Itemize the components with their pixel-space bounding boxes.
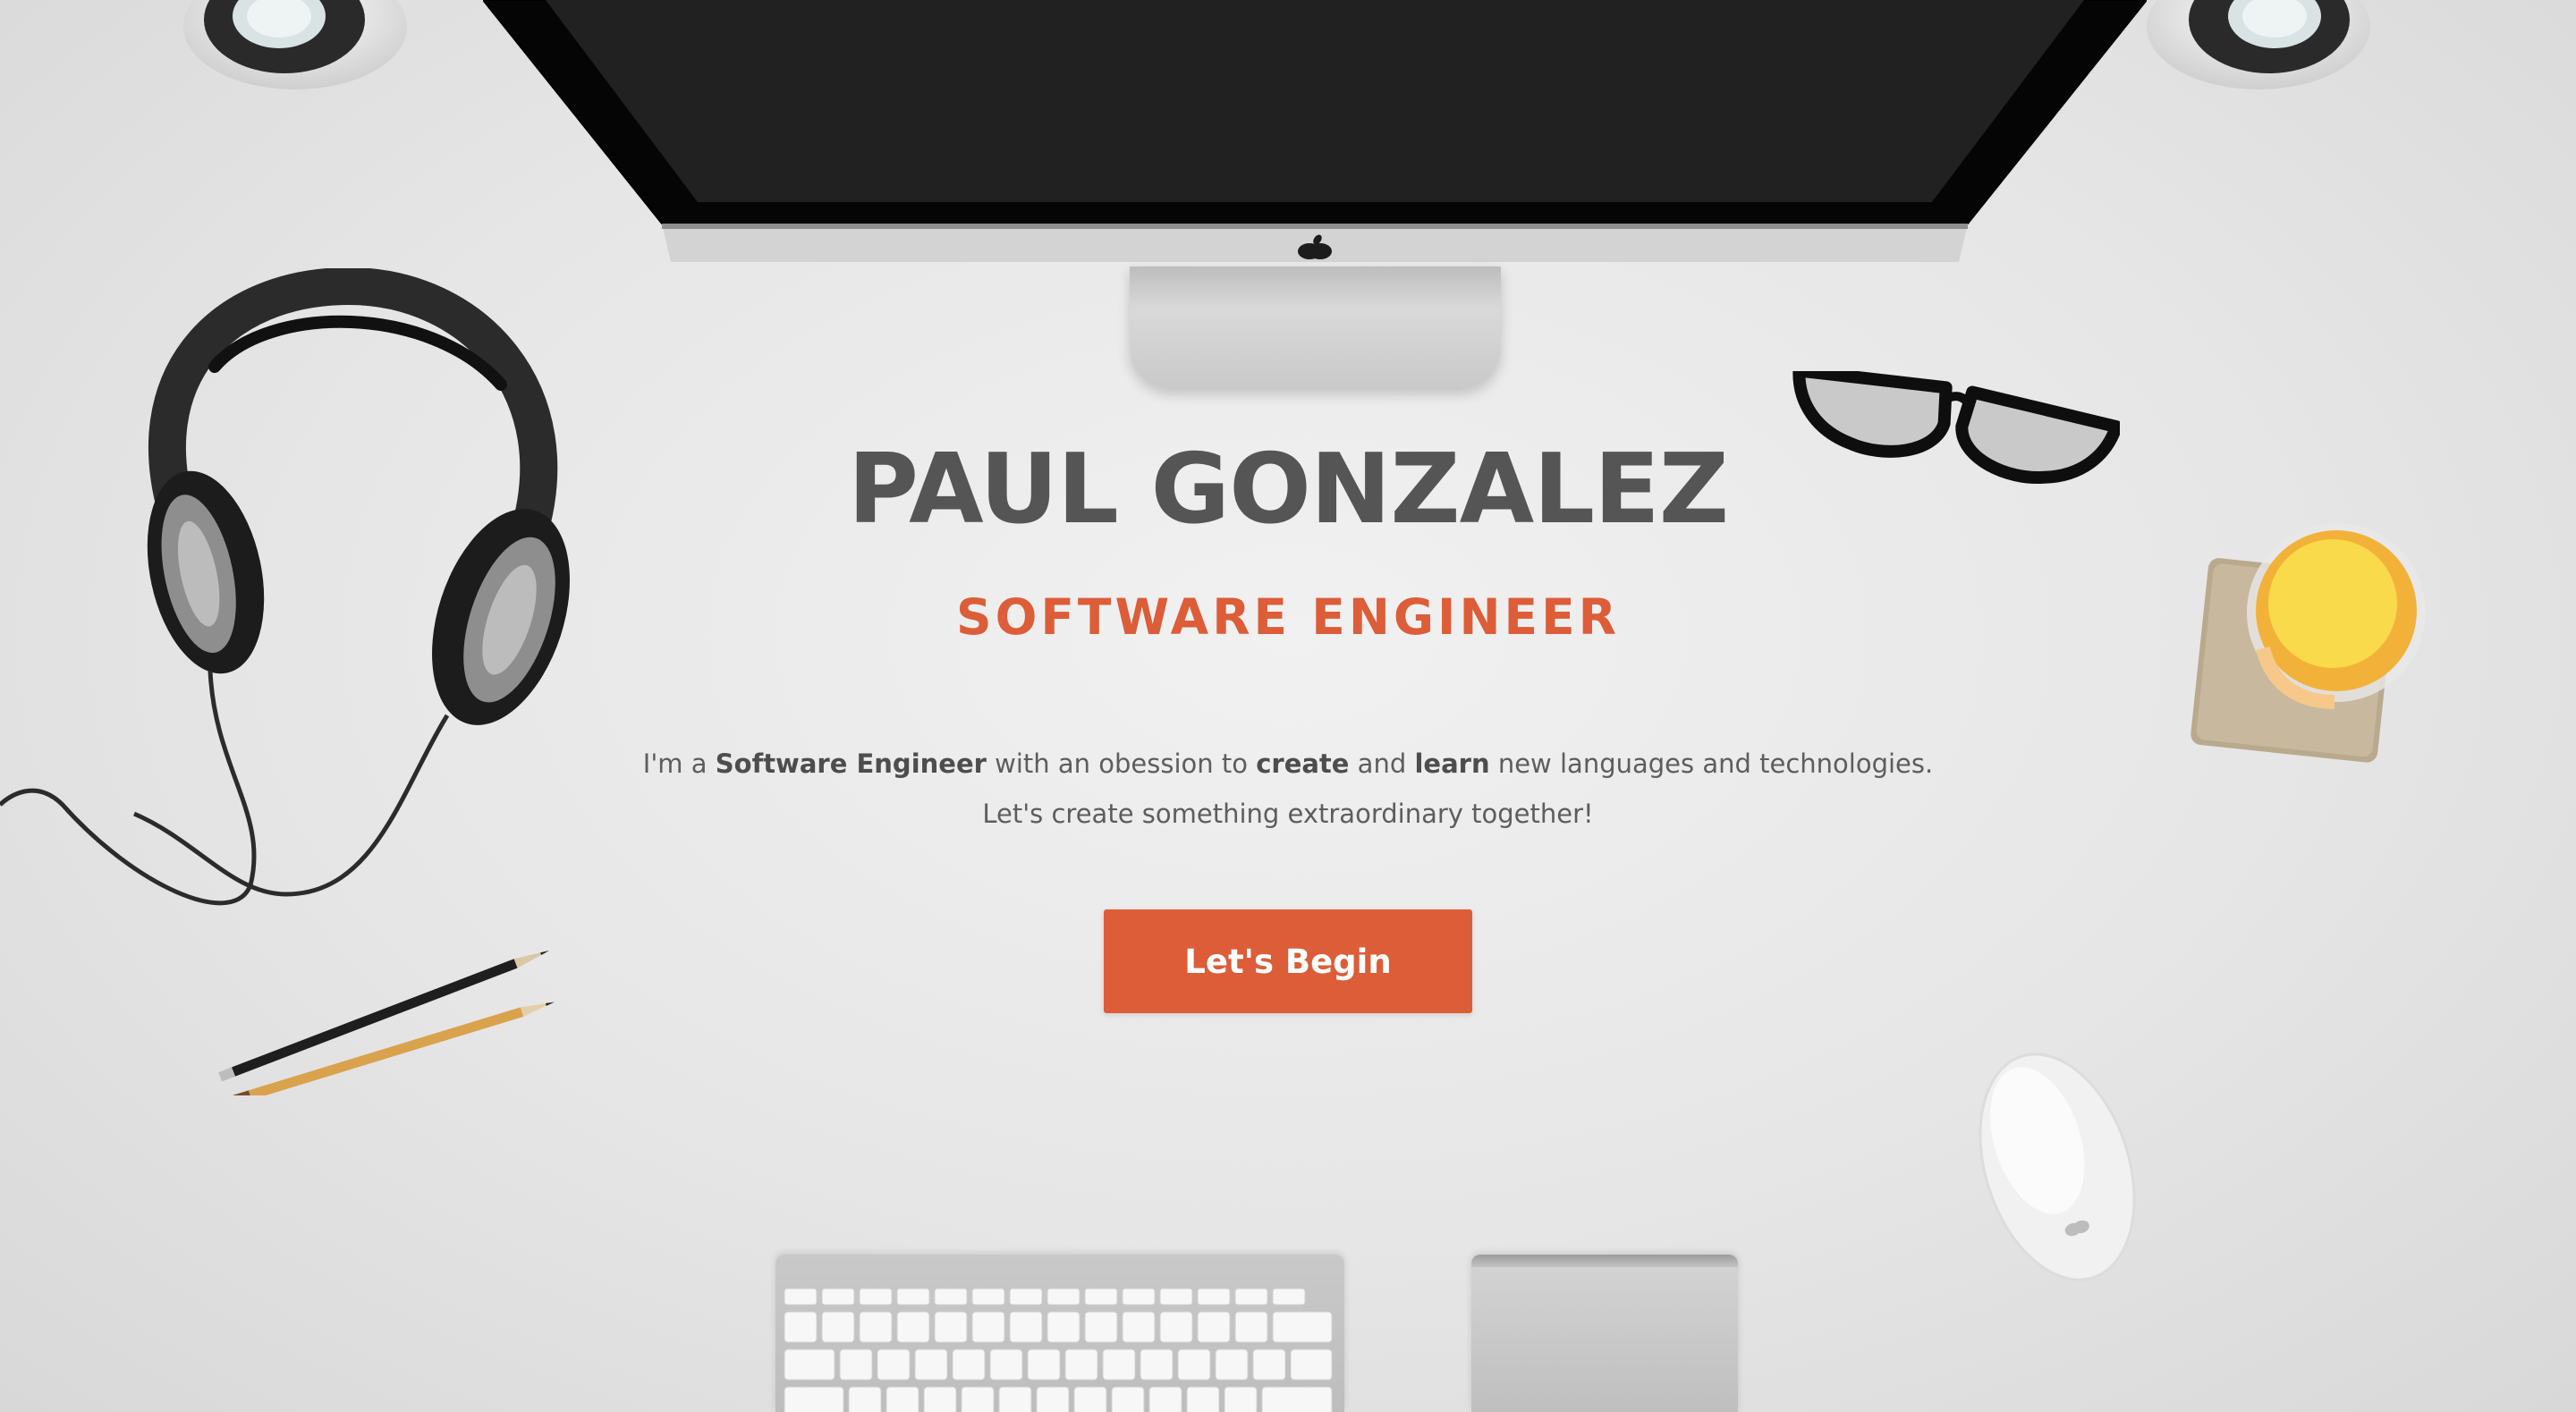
bio-text: with an obession to [986,748,1257,779]
hero-name: PAUL GONZALEZ [847,434,1729,545]
lets-begin-button[interactable]: Let's Begin [1104,909,1472,1013]
monitor-illustration [483,0,2147,262]
hero-bio-line-2: Let's create something extraordinary tog… [982,799,1594,829]
speaker-left [183,0,407,89]
hero-bio: I'm a Software Engineer with an obession… [0,739,2576,839]
bio-text: and [1349,748,1415,779]
monitor-stand [1130,266,1501,389]
bio-emphasis: Software Engineer [715,748,987,779]
bio-text: new languages and technologies. [1489,748,1934,779]
trackpad-illustration [1471,1255,1738,1412]
bio-emphasis: learn [1414,748,1490,779]
trackpad-edge [1471,1255,1738,1267]
pencils-illustration [218,951,555,1095]
bio-text: I'm a [642,748,716,779]
keyboard-illustration [775,1255,1344,1412]
speaker-right [2147,0,2370,89]
bio-emphasis: create [1256,748,1350,779]
hero-role: SOFTWARE ENGINEER [955,588,1621,646]
desk-scene [0,0,2576,1412]
hero-bio-line-1: I'm a Software Engineer with an obession… [0,739,2576,789]
mouse-illustration [1979,1053,2136,1281]
